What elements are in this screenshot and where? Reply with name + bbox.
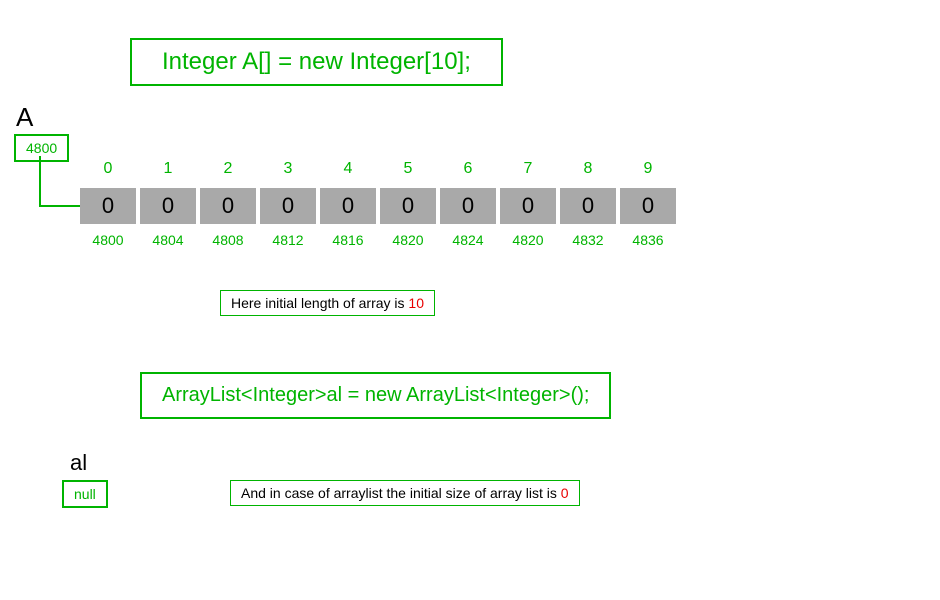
array-note-prefix: Here initial length of array is — [231, 295, 408, 311]
array-index: 0 — [80, 160, 136, 178]
array-cell: 0 — [200, 188, 256, 224]
array-index: 3 — [260, 160, 316, 178]
array-cell: 0 — [560, 188, 616, 224]
array-cell: 0 — [500, 188, 556, 224]
array-address: 4804 — [140, 232, 196, 248]
array-pointer-value: 4800 — [26, 140, 57, 156]
arraylist-pointer-value: null — [74, 486, 96, 502]
array-index: 5 — [380, 160, 436, 178]
array-note-box: Here initial length of array is 10 — [220, 290, 435, 316]
arraylist-note-value: 0 — [561, 485, 569, 501]
array-index: 1 — [140, 160, 196, 178]
arraylist-note-prefix: And in case of arraylist the initial siz… — [241, 485, 561, 501]
pointer-connector-line — [30, 156, 80, 216]
array-declaration-text: Integer A[] = new Integer[10]; — [162, 48, 471, 75]
array-index: 2 — [200, 160, 256, 178]
arraylist-note-box: And in case of arraylist the initial siz… — [230, 480, 580, 506]
array-index: 6 — [440, 160, 496, 178]
array-address: 4816 — [320, 232, 376, 248]
array-address: 4824 — [440, 232, 496, 248]
array-address: 4820 — [380, 232, 436, 248]
arraylist-variable-label: al — [70, 450, 87, 476]
array-index-row: 0123456789 — [80, 160, 676, 178]
array-cell: 0 — [620, 188, 676, 224]
array-address: 4820 — [500, 232, 556, 248]
array-address-row: 4800480448084812481648204824482048324836 — [80, 232, 676, 248]
arraylist-declaration-box: ArrayList<Integer>al = new ArrayList<Int… — [140, 372, 611, 419]
array-address: 4832 — [560, 232, 616, 248]
array-index: 9 — [620, 160, 676, 178]
array-index: 7 — [500, 160, 556, 178]
arraylist-declaration-text: ArrayList<Integer>al = new ArrayList<Int… — [162, 384, 589, 406]
array-index: 4 — [320, 160, 376, 178]
array-cell: 0 — [380, 188, 436, 224]
array-cell: 0 — [260, 188, 316, 224]
array-variable-label: A — [16, 102, 33, 133]
array-cell: 0 — [80, 188, 136, 224]
array-address: 4800 — [80, 232, 136, 248]
array-address: 4808 — [200, 232, 256, 248]
array-address: 4812 — [260, 232, 316, 248]
array-address: 4836 — [620, 232, 676, 248]
array-cell: 0 — [140, 188, 196, 224]
arraylist-pointer-box: null — [62, 480, 108, 508]
array-cells-row: 0000000000 — [80, 188, 676, 224]
array-index: 8 — [560, 160, 616, 178]
array-cell: 0 — [440, 188, 496, 224]
array-cell: 0 — [320, 188, 376, 224]
array-note-value: 10 — [408, 295, 424, 311]
array-declaration-box: Integer A[] = new Integer[10]; — [130, 38, 503, 86]
